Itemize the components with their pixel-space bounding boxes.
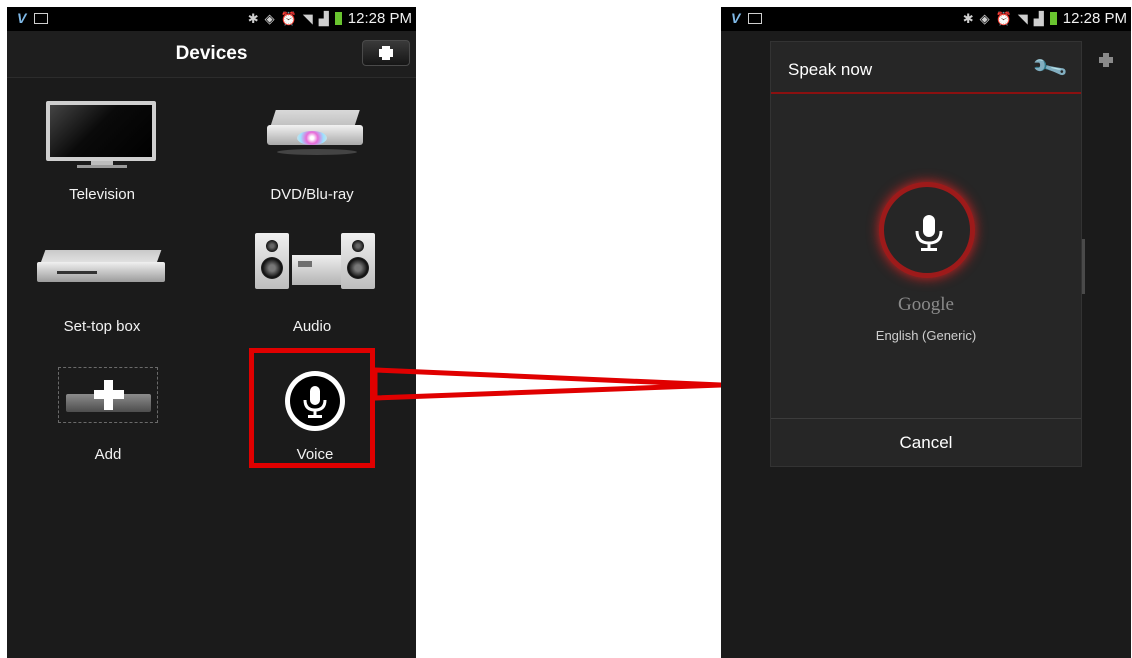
microphone-icon bbox=[915, 215, 943, 251]
google-brand: Google bbox=[898, 294, 954, 315]
voice-search-screen: V ✱ ◈ ⏰ ◥ ▟ 12:28 PM Speak now 🔧 Google … bbox=[721, 7, 1131, 658]
bluetooth-icon: ✱ bbox=[962, 10, 974, 26]
image-notification-icon bbox=[748, 12, 763, 24]
language-label[interactable]: English (Generic) bbox=[771, 328, 1081, 343]
status-time: 12:28 PM bbox=[1062, 10, 1127, 27]
settings-wrench-icon[interactable]: 🔧 bbox=[1030, 48, 1070, 88]
alarm-icon: ⏰ bbox=[995, 10, 1012, 26]
speak-now-dialog: Speak now 🔧 Google English (Generic) Can… bbox=[770, 41, 1082, 467]
listening-microphone-button[interactable] bbox=[879, 182, 975, 278]
wifi-icon: ◥ bbox=[1017, 10, 1028, 26]
cancel-button[interactable]: Cancel bbox=[771, 419, 1081, 467]
signal-icon: ▟ bbox=[1033, 10, 1044, 26]
app-notification-icon: V bbox=[731, 10, 741, 26]
background-add-icon bbox=[1099, 53, 1113, 67]
dialog-header: Speak now 🔧 bbox=[771, 42, 1081, 94]
battery-icon bbox=[1049, 12, 1057, 25]
dialog-title: Speak now bbox=[788, 60, 873, 79]
status-bar: V ✱ ◈ ⏰ ◥ ▟ 12:28 PM bbox=[721, 7, 1131, 31]
nfc-icon: ◈ bbox=[979, 10, 990, 26]
